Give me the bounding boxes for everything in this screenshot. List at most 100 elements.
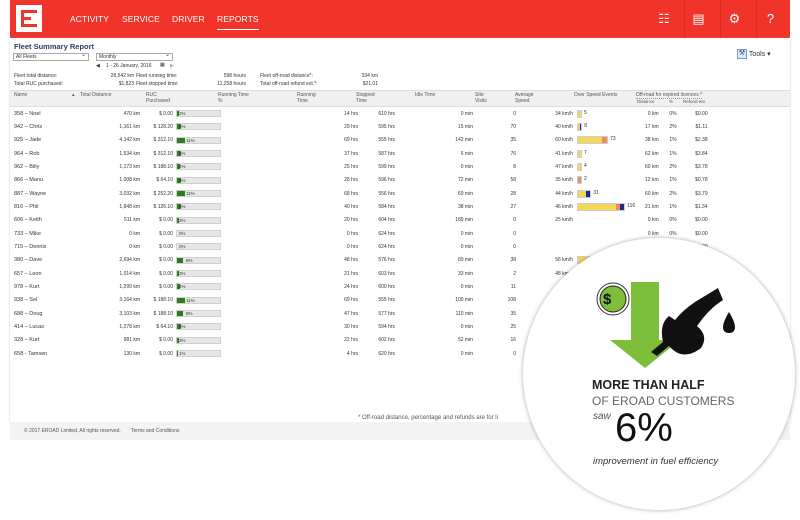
running-time: 22 hrs <box>344 337 358 344</box>
col-refund[interactable]: Refund est. <box>683 99 706 105</box>
table-row[interactable]: 942 – Chris 1,161 km $ 128.20 5% 29 hrs 595 h… <box>10 120 708 133</box>
table-row[interactable]: 866 – Manu 1,008 km $ 64.10 5% 28 hrs 596 hrs… <box>10 174 708 187</box>
table-row[interactable]: 606 – Keith 511 km $ 0.00 3% 20 hrs 604 hrs 18… <box>10 214 708 227</box>
tools-menu[interactable]: ⚒ Tools ▾ <box>737 49 771 59</box>
over-speed-cell: 31 <box>575 187 645 200</box>
help-icon[interactable]: ? <box>756 0 784 38</box>
refund-estimate: $3.78 <box>695 163 708 170</box>
prev-period-button[interactable]: ◀ <box>96 63 100 69</box>
stopped-time: 587 hrs <box>378 150 395 157</box>
over-speed-cell: 5 <box>575 107 645 120</box>
nav-activity[interactable]: ACTIVITY <box>70 14 109 24</box>
col-offroad-group: Off-road for expired licences * <box>636 92 703 99</box>
nav-reports[interactable]: REPORTS <box>217 14 259 30</box>
site-visits: 108 <box>507 297 516 304</box>
nav-driver[interactable]: DRIVER <box>172 14 205 24</box>
date-range: 1 - 26 January, 2016 <box>106 63 152 69</box>
period-select[interactable]: Monthly <box>96 52 173 61</box>
col-name[interactable]: Name <box>14 92 27 98</box>
running-pct-label: 11% <box>186 297 195 303</box>
running-pct-label: 1% <box>179 351 186 357</box>
idle-time: 0 min <box>460 163 473 170</box>
running-pct-cell: 3% <box>173 214 221 227</box>
over-speed-segment <box>578 110 581 117</box>
offroad-distance: 21 km <box>645 203 659 210</box>
col-offroad-pct[interactable]: % <box>669 99 673 105</box>
col-over-speed[interactable]: Over Speed Events <box>574 92 617 98</box>
col-site-visits[interactable]: Site Visits <box>475 92 495 104</box>
col-ruc[interactable]: RUC Purchased <box>146 92 180 104</box>
stopped-time: 576 hrs <box>378 257 395 264</box>
message-icon[interactable]: ▤ <box>684 0 712 38</box>
running-pct-label: 11% <box>186 137 195 143</box>
col-total-distance[interactable]: Total Distance <box>80 92 116 98</box>
running-pct-label: 5% <box>179 124 186 130</box>
summary-value: $1,823 <box>118 81 134 87</box>
running-pct-cell: 5% <box>173 174 221 187</box>
ruc-purchased: $ 188.10 <box>153 163 173 170</box>
stopped-time: 556 hrs <box>378 190 395 197</box>
col-avg-speed[interactable]: Average Speed <box>515 92 545 104</box>
over-speed-segment <box>586 190 591 197</box>
table-row[interactable]: 358 – Noel 470 km $ 0.00 2% 14 hrs 610 hrs 0 m… <box>10 107 708 120</box>
over-speed-bar <box>577 136 609 145</box>
total-distance: 470 km <box>123 110 140 117</box>
terms-link[interactable]: Terms and Conditions <box>131 428 179 434</box>
ruc-purchased: $ 0.00 <box>159 230 173 237</box>
table-row[interactable]: 962 – Billy 1,173 km $ 188.10 4% 25 hrs 599 h… <box>10 160 708 173</box>
stopped-time: 602 hrs <box>378 337 395 344</box>
running-pct-cell: 5% <box>173 147 221 160</box>
refund-estimate: $2.38 <box>695 137 708 144</box>
table-row[interactable]: 816 – Phil 1,848 km $ 126.10 6% 40 hrs 584 hr… <box>10 200 708 213</box>
driver-name: 358 – Noel <box>14 110 41 117</box>
col-running-pct[interactable]: Running Time % <box>218 92 252 104</box>
over-speed-bar <box>577 162 582 171</box>
total-distance: 130 km <box>123 350 140 357</box>
running-pct-cell: 4% <box>173 160 221 173</box>
offroad-pct: 2% <box>669 190 677 197</box>
over-speed-count: 7 <box>584 149 587 156</box>
running-pct-cell: 11% <box>173 187 221 200</box>
promo-graphic <box>596 282 735 368</box>
nav-service[interactable]: SERVICE <box>122 14 160 24</box>
running-pct-label: 4% <box>179 284 186 290</box>
stopped-time: 594 hrs <box>378 323 395 330</box>
idle-time: 33 min <box>457 270 473 277</box>
checklist-icon[interactable]: ☷ <box>650 0 678 38</box>
table-row[interactable]: 925 – Jade 4,142 km $ 312.10 11% 69 hrs 555 h… <box>10 134 708 147</box>
idle-time: 38 min <box>457 203 473 210</box>
idle-time: 0 min <box>460 110 473 117</box>
col-idle-time[interactable]: Idle Time <box>415 92 441 98</box>
over-speed-segment <box>602 137 608 144</box>
gear-icon[interactable]: ⚙ <box>720 0 748 38</box>
idle-time: 89 min <box>457 257 473 264</box>
refund-estimate: $0.00 <box>695 110 708 117</box>
running-pct-cell: 3% <box>173 334 221 347</box>
idle-time: 72 min <box>457 177 473 184</box>
over-speed-cell: 73 <box>575 134 645 147</box>
running-pct-label: 8% <box>186 311 193 317</box>
stopped-time: 596 hrs <box>378 177 395 184</box>
over-speed-bar <box>577 149 582 158</box>
col-running-time[interactable]: Running Time <box>297 92 327 104</box>
col-offroad-distance[interactable]: Distance <box>637 99 655 105</box>
fleet-select[interactable]: All Fleets <box>13 52 89 61</box>
sort-asc-icon[interactable]: ▴ <box>72 92 75 98</box>
col-stopped-time[interactable]: Stopped Time <box>356 92 386 104</box>
running-time: 68 hrs <box>344 190 358 197</box>
next-period-button[interactable]: ▶ <box>170 63 174 69</box>
idle-time: 0 min <box>460 230 473 237</box>
site-visits: 38 <box>510 257 516 264</box>
running-pct-cell: 5% <box>173 120 221 133</box>
table-row[interactable]: 887 – Wayne 3,032 km $ 252.20 11% 68 hrs 556 … <box>10 187 708 200</box>
running-pct-cell: 8% <box>173 254 221 267</box>
ruc-purchased: $ 126.10 <box>153 203 173 210</box>
summary-value: 28,542 km <box>110 73 134 79</box>
running-time: 4 hrs <box>346 350 358 357</box>
driver-name: 938 – Sel <box>14 297 38 304</box>
ruc-purchased: $ 312.10 <box>153 137 173 144</box>
calendar-icon[interactable]: ▦ <box>160 62 165 68</box>
running-pct-bar: 3% <box>176 336 221 344</box>
table-row[interactable]: 964 – Rob 1,534 km $ 312.10 5% 37 hrs 587 hrs… <box>10 147 708 160</box>
eroad-logo[interactable] <box>16 5 42 32</box>
